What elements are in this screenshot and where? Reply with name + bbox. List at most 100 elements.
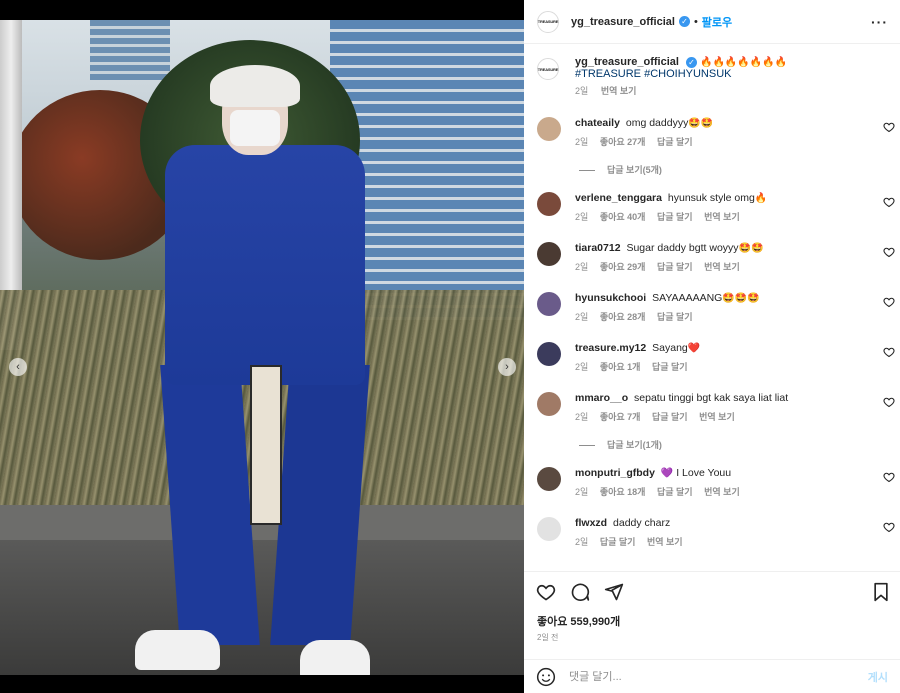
commenter-avatar[interactable] (537, 392, 561, 416)
caption-translate-link[interactable]: 번역 보기 (601, 86, 637, 96)
commenter-avatar[interactable] (537, 192, 561, 216)
post-comment-button[interactable]: 게시 (868, 669, 888, 685)
comment-reply-link[interactable]: 답글 달기 (657, 212, 693, 222)
comment-likes[interactable]: 좋아요 7개 (600, 412, 641, 422)
more-options-icon[interactable]: ··· (871, 14, 888, 30)
caption-emojis: 🔥🔥🔥🔥🔥🔥🔥 (700, 57, 788, 68)
comment-emoji-prefix: 💜 (660, 468, 674, 479)
commenter-avatar[interactable] (537, 242, 561, 266)
comment-item: monputri_gfbdy 💜 I Love Youu 2일 좋아요 18개 … (537, 467, 895, 498)
comment-likes[interactable]: 좋아요 28개 (600, 312, 646, 322)
comment-age: 2일 (575, 487, 589, 497)
emoji-smiley-icon[interactable] (536, 667, 556, 687)
account-username[interactable]: yg_treasure_official (571, 16, 675, 28)
comment-like-heart-icon[interactable] (883, 246, 895, 258)
comment-likes[interactable]: 좋아요 29개 (600, 262, 646, 272)
commenter-username[interactable]: hyunsukchooi (575, 292, 646, 304)
comment-emoji: 🔥 (754, 193, 768, 204)
next-slide-button[interactable]: › (498, 358, 516, 376)
comment-emoji: 🤩🤩 (688, 118, 714, 129)
commenter-username[interactable]: mmaro__o (575, 392, 628, 404)
comment-translate-link[interactable]: 번역 보기 (704, 487, 740, 497)
comments-list[interactable]: TREASURE yg_treasure_official ✓ 🔥🔥🔥🔥🔥🔥🔥 #… (524, 45, 900, 570)
comment-age: 2일 (575, 412, 589, 422)
comment-reply-link[interactable]: 답글 달기 (657, 137, 693, 147)
view-replies-link[interactable]: 답글 보기(5개) (579, 163, 662, 176)
commenter-username[interactable]: flwxzd (575, 517, 607, 529)
share-send-icon[interactable] (604, 582, 624, 602)
shoe-right (300, 640, 370, 675)
shoe-left (135, 630, 220, 670)
comment-like-heart-icon[interactable] (883, 396, 895, 408)
comment-like-heart-icon[interactable] (883, 196, 895, 208)
view-replies-link[interactable]: 답글 보기(1개) (579, 438, 662, 451)
commenter-avatar[interactable] (537, 517, 561, 541)
comment-reply-link[interactable]: 답글 달기 (657, 312, 693, 322)
comment-item: mmaro__o sepatu tinggi bgt kak saya liat… (537, 392, 895, 423)
comment-age: 2일 (575, 262, 589, 272)
commenter-username[interactable]: treasure.my12 (575, 342, 646, 354)
commenter-username[interactable]: monputri_gfbdy (575, 467, 655, 479)
header-separator: • (693, 15, 698, 28)
comment-item: hyunsukchooi SAYAAAAANG🤩🤩🤩 2일 좋아요 28개 답글… (537, 292, 895, 323)
comment-input[interactable] (569, 671, 839, 683)
likes-count[interactable]: 좋아요 559,990개 (537, 613, 620, 629)
comment-like-heart-icon[interactable] (883, 346, 895, 358)
post-photo[interactable]: ‹ › (0, 20, 524, 675)
caption-avatar[interactable]: TREASURE (537, 58, 559, 80)
pants-left (160, 365, 260, 645)
commenter-avatar[interactable] (537, 292, 561, 316)
commenter-avatar[interactable] (537, 467, 561, 491)
commenter-username[interactable]: verlene_tenggara (575, 192, 662, 204)
comment-like-heart-icon[interactable] (883, 121, 895, 133)
comment-text: I Love Youu (676, 467, 732, 479)
comment-like-heart-icon[interactable] (883, 521, 895, 533)
commenter-username[interactable]: tiara0712 (575, 242, 621, 254)
comment-reply-link[interactable]: 답글 달기 (657, 262, 693, 272)
comment-age: 2일 (575, 362, 589, 372)
comment-reply-link[interactable]: 답글 달기 (652, 362, 688, 372)
comment-likes[interactable]: 좋아요 1개 (600, 362, 641, 372)
comment-reply-link[interactable]: 답글 달기 (652, 412, 688, 422)
commenter-avatar[interactable] (537, 117, 561, 141)
comment-reply-link[interactable]: 답글 달기 (600, 537, 636, 547)
comment-text: hyunsuk style omg (667, 192, 755, 204)
previous-slide-button[interactable]: ‹ (9, 358, 27, 376)
view-replies-label[interactable]: 답글 보기(5개) (607, 165, 662, 175)
comment-translate-link[interactable]: 번역 보기 (699, 412, 735, 422)
comment-like-heart-icon[interactable] (883, 296, 895, 308)
follow-button[interactable]: 팔로우 (702, 14, 732, 30)
photo-person (135, 65, 380, 675)
comment-translate-link[interactable]: 번역 보기 (647, 537, 683, 547)
comment-reply-link[interactable]: 답글 달기 (657, 487, 693, 497)
comment-text: SAYAAAAANG (652, 292, 723, 304)
comment-age: 2일 (575, 212, 589, 222)
comment-text: daddy charz (613, 517, 671, 529)
bandana (210, 65, 300, 107)
like-heart-icon[interactable] (536, 582, 556, 602)
comment-likes[interactable]: 좋아요 40개 (600, 212, 646, 222)
jacket (165, 145, 365, 385)
comment-like-heart-icon[interactable] (883, 471, 895, 483)
comment-age: 2일 (575, 537, 589, 547)
view-replies-label[interactable]: 답글 보기(1개) (607, 440, 662, 450)
caption-hashtags[interactable]: #TREASURE #CHOIHYUNSUK (575, 68, 887, 80)
comment-item: treasure.my12 Sayang❤️ 2일 좋아요 1개 답글 달기 (537, 342, 895, 373)
comment-emoji: ❤️ (687, 343, 701, 354)
post-time: 2일 전 (537, 633, 559, 642)
comment-translate-link[interactable]: 번역 보기 (704, 212, 740, 222)
caption-username[interactable]: yg_treasure_official (575, 56, 679, 68)
comment-text: Sugar daddy bgtt woyyy (626, 242, 739, 254)
comment-likes[interactable]: 좋아요 27개 (600, 137, 646, 147)
commenter-username[interactable]: chateaily (575, 117, 620, 129)
bookmark-icon[interactable] (872, 582, 890, 602)
comment-translate-link[interactable]: 번역 보기 (704, 262, 740, 272)
avatar-logo-text: TREASURE (537, 19, 559, 24)
commenter-avatar[interactable] (537, 342, 561, 366)
belt (250, 365, 282, 525)
comment-age: 2일 (575, 137, 589, 147)
comment-bubble-icon[interactable] (570, 582, 590, 602)
comment-text: omg daddyyy (625, 117, 689, 129)
comment-likes[interactable]: 좋아요 18개 (600, 487, 646, 497)
account-avatar[interactable]: TREASURE (537, 10, 559, 33)
